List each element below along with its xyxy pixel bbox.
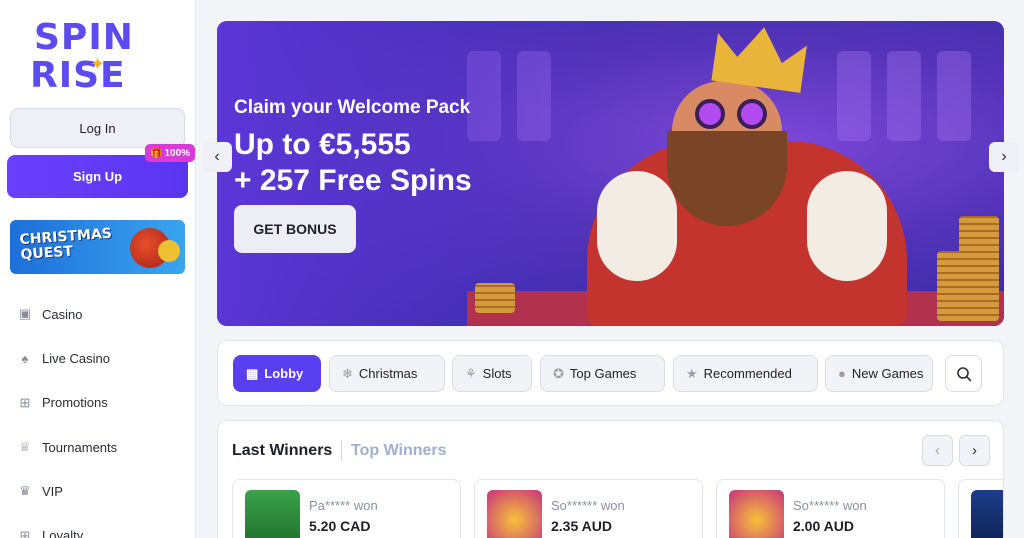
tab-top-games[interactable]: ✪ Top Games (540, 355, 665, 392)
tab-label: Christmas (358, 366, 418, 381)
sidebar: SPIN RISE ✦ Log In Sign Up 🎁 100% CHRIST… (0, 0, 196, 538)
winner-amount: 2.00 AUD (793, 518, 854, 534)
hero-prev-arrow[interactable]: ‹ (202, 142, 232, 172)
tab-recommended[interactable]: ★ Recommended (673, 355, 818, 392)
chevron-left-icon: ‹ (935, 442, 940, 459)
dollar-glasses-icon (695, 99, 725, 129)
signup-bonus-badge: 🎁 100% (145, 144, 196, 162)
crown-icon: ♛ (19, 483, 31, 499)
dollar-glasses-icon (737, 99, 767, 129)
hero-text: Claim your Welcome Pack Up to €5,555 + 2… (234, 97, 472, 199)
winner-amount: 5.20 CAD (309, 518, 371, 534)
gift-icon: 🎁 (150, 147, 163, 159)
trophy-icon: ♕ (19, 439, 31, 455)
winner-name: Pa***** won (309, 498, 378, 513)
winner-name: So****** won (793, 498, 867, 513)
slot-machine-decor (887, 51, 921, 141)
get-bonus-button[interactable]: GET BONUS (234, 205, 356, 253)
winner-name: So****** won (551, 498, 625, 513)
sidebar-item-tournaments[interactable]: ♕ Tournaments (18, 425, 188, 469)
tab-slots[interactable]: ⚘ Slots (452, 355, 532, 392)
login-button[interactable]: Log In (10, 108, 185, 148)
medal-icon: ✪ (553, 365, 564, 381)
winners-section: Last Winners Top Winners ‹ › Pa***** won… (217, 420, 1004, 538)
game-thumbnail (487, 490, 542, 538)
grid-icon: ▦ (246, 365, 259, 381)
coin-icon (158, 240, 180, 262)
signup-badge-text: 100% (164, 147, 191, 159)
sidebar-item-label: Loyalty (42, 528, 84, 538)
tab-label: Slots (482, 366, 512, 381)
winners-next-button[interactable]: › (959, 435, 990, 466)
star-icon: ★ (686, 365, 698, 381)
spade-icon: ♠ (21, 350, 29, 366)
chevron-right-icon: › (1001, 148, 1007, 165)
sidebar-item-vip[interactable]: ♛ VIP (18, 469, 188, 513)
sidebar-item-label: Promotions (42, 395, 108, 411)
winner-card[interactable]: Pa***** won 5.20 CAD (232, 479, 461, 538)
winner-amount: 2.35 AUD (551, 518, 612, 534)
tab-last-winners[interactable]: Last Winners (232, 442, 332, 460)
spinrise-logo[interactable]: SPIN RISE ✦ (30, 20, 170, 100)
logo-sparkle-icon: ✦ (90, 54, 106, 74)
divider (341, 440, 342, 462)
hero-title-line2: + 257 Free Spins (234, 164, 472, 197)
logo-line1: SPIN (34, 17, 134, 58)
winner-card[interactable] (958, 479, 1003, 538)
sidebar-item-label: Live Casino (42, 350, 110, 366)
game-thumbnail (245, 490, 300, 538)
tab-christmas[interactable]: ❄ Christmas (329, 355, 445, 392)
sidebar-item-label: Casino (42, 306, 83, 322)
tab-label: Top Games (569, 366, 637, 381)
welcome-hero-banner[interactable]: Claim your Welcome Pack Up to €5,555 + 2… (217, 21, 1004, 326)
hero-next-arrow[interactable]: › (989, 142, 1019, 172)
game-category-bar: ▦ Lobby ❄ Christmas ⚘ Slots ✪ Top Games … (217, 340, 1004, 406)
sidebar-item-label: VIP (42, 483, 63, 499)
tab-top-winners[interactable]: Top Winners (351, 442, 447, 460)
sidebar-item-promotions[interactable]: ⊞ Promotions (18, 381, 188, 425)
logo-line2: RISE (30, 55, 126, 96)
tab-label: New Games (851, 366, 924, 381)
game-thumbnail (729, 490, 784, 538)
slot-icon: ▣ (18, 306, 32, 322)
winners-prev-button[interactable]: ‹ (922, 435, 953, 466)
gift-icon: ⊞ (19, 527, 31, 538)
christmas-quest-banner[interactable]: CHRISTMAS QUEST (10, 220, 185, 274)
main-nav: ▣ Casino ♠ Live Casino ⊞ Promotions ♕ To… (18, 292, 188, 538)
promo-banner-text: CHRISTMAS QUEST (18, 225, 113, 264)
sidebar-item-live-casino[interactable]: ♠ Live Casino (18, 336, 188, 380)
chevron-right-icon: › (972, 442, 977, 459)
game-thumbnail (971, 490, 1003, 538)
slot-machine-decor (837, 51, 871, 141)
search-icon (956, 366, 971, 381)
coin-stack (475, 283, 515, 313)
sidebar-item-casino[interactable]: ▣ Casino (18, 292, 188, 336)
winner-card[interactable]: So****** won 2.00 AUD (716, 479, 945, 538)
coin-stack (959, 216, 999, 321)
hero-kicker: Claim your Welcome Pack (234, 97, 471, 118)
cherry-icon: ⚘ (465, 365, 477, 381)
tab-lobby[interactable]: ▦ Lobby (233, 355, 321, 392)
sidebar-item-label: Tournaments (42, 439, 118, 455)
sidebar-item-loyalty[interactable]: ⊞ Loyalty (18, 513, 188, 538)
tab-label: Lobby (264, 366, 304, 381)
gift-icon: ⊞ (19, 394, 31, 410)
search-button[interactable] (945, 355, 982, 392)
king-fur-left (597, 171, 677, 281)
king-fur-right (807, 171, 887, 281)
tab-new-games[interactable]: ● New Games (825, 355, 933, 392)
hero-title-line1: Up to €5,555 (234, 128, 411, 161)
slot-machine-decor (937, 51, 971, 141)
winner-card[interactable]: So****** won 2.35 AUD (474, 479, 703, 538)
new-badge-icon: ● (838, 366, 846, 381)
snowflake-icon: ❄ (342, 365, 353, 381)
crown-icon (711, 21, 808, 93)
tab-label: Recommended (703, 366, 792, 381)
chevron-left-icon: ‹ (214, 148, 220, 165)
